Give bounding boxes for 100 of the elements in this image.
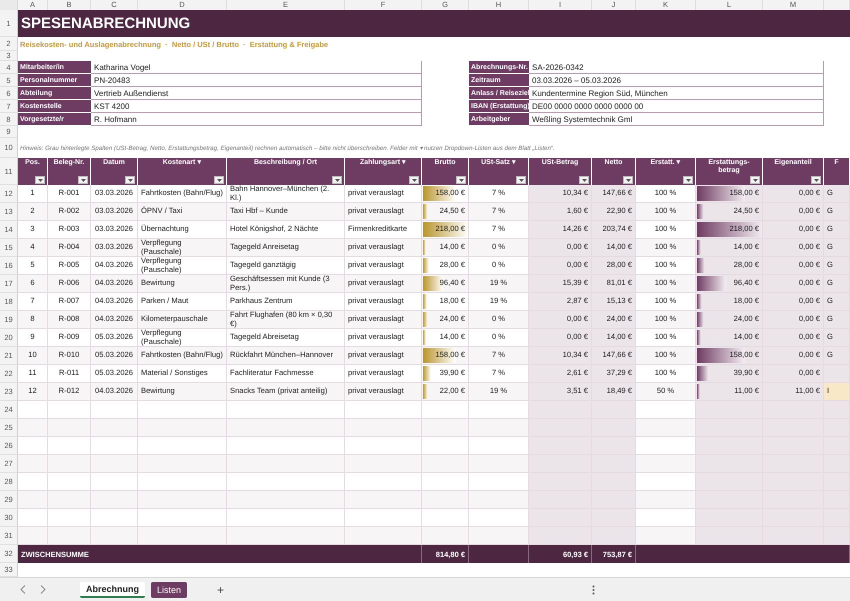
table-cell	[469, 491, 529, 509]
table-cell	[91, 455, 138, 473]
table-cell	[48, 437, 91, 455]
table-cell	[636, 455, 696, 473]
table-cell	[636, 527, 696, 545]
table-cell	[422, 419, 469, 437]
table-cell	[422, 473, 469, 491]
table-cell	[696, 401, 763, 419]
table-cell	[18, 437, 48, 455]
field-value[interactable]: DE00 0000 0000 0000 0000 00	[529, 100, 824, 113]
table-cell	[18, 491, 48, 509]
caret-icon	[38, 178, 42, 182]
table-cell	[824, 527, 850, 545]
table-cell	[592, 401, 636, 419]
caret-icon	[626, 178, 630, 182]
table-cell	[763, 527, 824, 545]
caret-icon	[216, 178, 222, 182]
sheet-title: SPESENABRECHNUNG	[18, 10, 850, 37]
filter-button[interactable]	[125, 176, 135, 184]
table-cell	[48, 455, 91, 473]
table-cell	[91, 509, 138, 527]
table-cell	[18, 455, 48, 473]
table-cell	[91, 473, 138, 491]
table-cell	[469, 455, 529, 473]
table-cell	[592, 419, 636, 437]
table-cell	[422, 509, 469, 527]
filter-button[interactable]	[811, 176, 821, 184]
field-value[interactable]: PN-20483	[91, 74, 422, 87]
table-cell	[529, 491, 592, 509]
table-cell	[636, 491, 696, 509]
field-value[interactable]: KST 4200	[91, 100, 422, 113]
table-cell	[422, 527, 469, 545]
caret-icon	[686, 178, 690, 182]
table-cell	[696, 437, 763, 455]
table-cell	[422, 401, 469, 419]
table-cell	[48, 491, 91, 509]
table-cell	[592, 509, 636, 527]
filter-button[interactable]	[683, 176, 693, 184]
caret-icon	[582, 178, 586, 182]
table-cell	[18, 527, 48, 545]
filter-button[interactable]	[516, 176, 526, 184]
caret-icon	[80, 178, 86, 182]
field-value[interactable]: R. Hofmann	[91, 113, 422, 126]
table-cell	[469, 401, 529, 419]
filter-button[interactable]	[456, 176, 466, 184]
filter-button[interactable]	[579, 176, 589, 184]
add-sheet-button[interactable]: +	[213, 582, 228, 596]
caret-icon	[518, 178, 524, 182]
caret-icon	[412, 178, 416, 182]
caret-icon	[128, 178, 132, 182]
field-value[interactable]: Weßling Systemtechnik Gml	[529, 113, 824, 126]
table-cell	[529, 527, 592, 545]
table-cell	[636, 437, 696, 455]
table-cell	[592, 455, 636, 473]
table-cell	[18, 509, 48, 527]
table-cell	[636, 473, 696, 491]
sheet-tab[interactable]: Abrechnung	[80, 582, 145, 598]
field-value[interactable]: 03.03.2026 – 05.03.2026	[529, 74, 824, 87]
table-cell	[422, 437, 469, 455]
table-cell	[529, 401, 592, 419]
filter-button[interactable]	[750, 176, 760, 184]
filter-button[interactable]	[214, 176, 224, 184]
field-value[interactable]: Kundentermine Region Süd, München	[529, 87, 824, 100]
table-cell	[696, 473, 763, 491]
sheet-tab[interactable]: Listen	[151, 582, 188, 598]
table-cell	[48, 419, 91, 437]
table-cell	[592, 473, 636, 491]
field-value[interactable]: SA-2026-0342	[529, 61, 824, 74]
table-cell	[48, 509, 91, 527]
table-cell	[529, 473, 592, 491]
table-cell	[48, 473, 91, 491]
table-cell	[91, 491, 138, 509]
filter-button[interactable]	[35, 176, 45, 184]
filter-button[interactable]	[332, 176, 342, 184]
table-cell	[469, 473, 529, 491]
table-cell	[469, 509, 529, 527]
table-cell	[91, 437, 138, 455]
table-cell	[91, 419, 138, 437]
more-icon[interactable]	[592, 584, 596, 594]
table-cell	[636, 419, 696, 437]
table-cell	[18, 473, 48, 491]
filter-button[interactable]	[623, 176, 633, 184]
caret-icon	[334, 178, 340, 182]
filter-button[interactable]	[409, 176, 419, 184]
table-cell	[18, 401, 48, 419]
table-cell	[529, 437, 592, 455]
table-cell	[636, 509, 696, 527]
table-cell	[824, 401, 850, 419]
table-cell	[422, 455, 469, 473]
field-value[interactable]: Katharina Vogel	[91, 61, 422, 74]
table-cell	[696, 509, 763, 527]
table-cell	[592, 437, 636, 455]
table-cell	[18, 419, 48, 437]
total-cell	[469, 545, 529, 563]
filter-button[interactable]	[78, 176, 88, 184]
table-cell	[48, 527, 91, 545]
table-cell	[91, 401, 138, 419]
caret-icon	[814, 178, 818, 182]
table-cell	[469, 437, 529, 455]
field-value[interactable]: Vertrieb Außendienst	[91, 87, 422, 100]
